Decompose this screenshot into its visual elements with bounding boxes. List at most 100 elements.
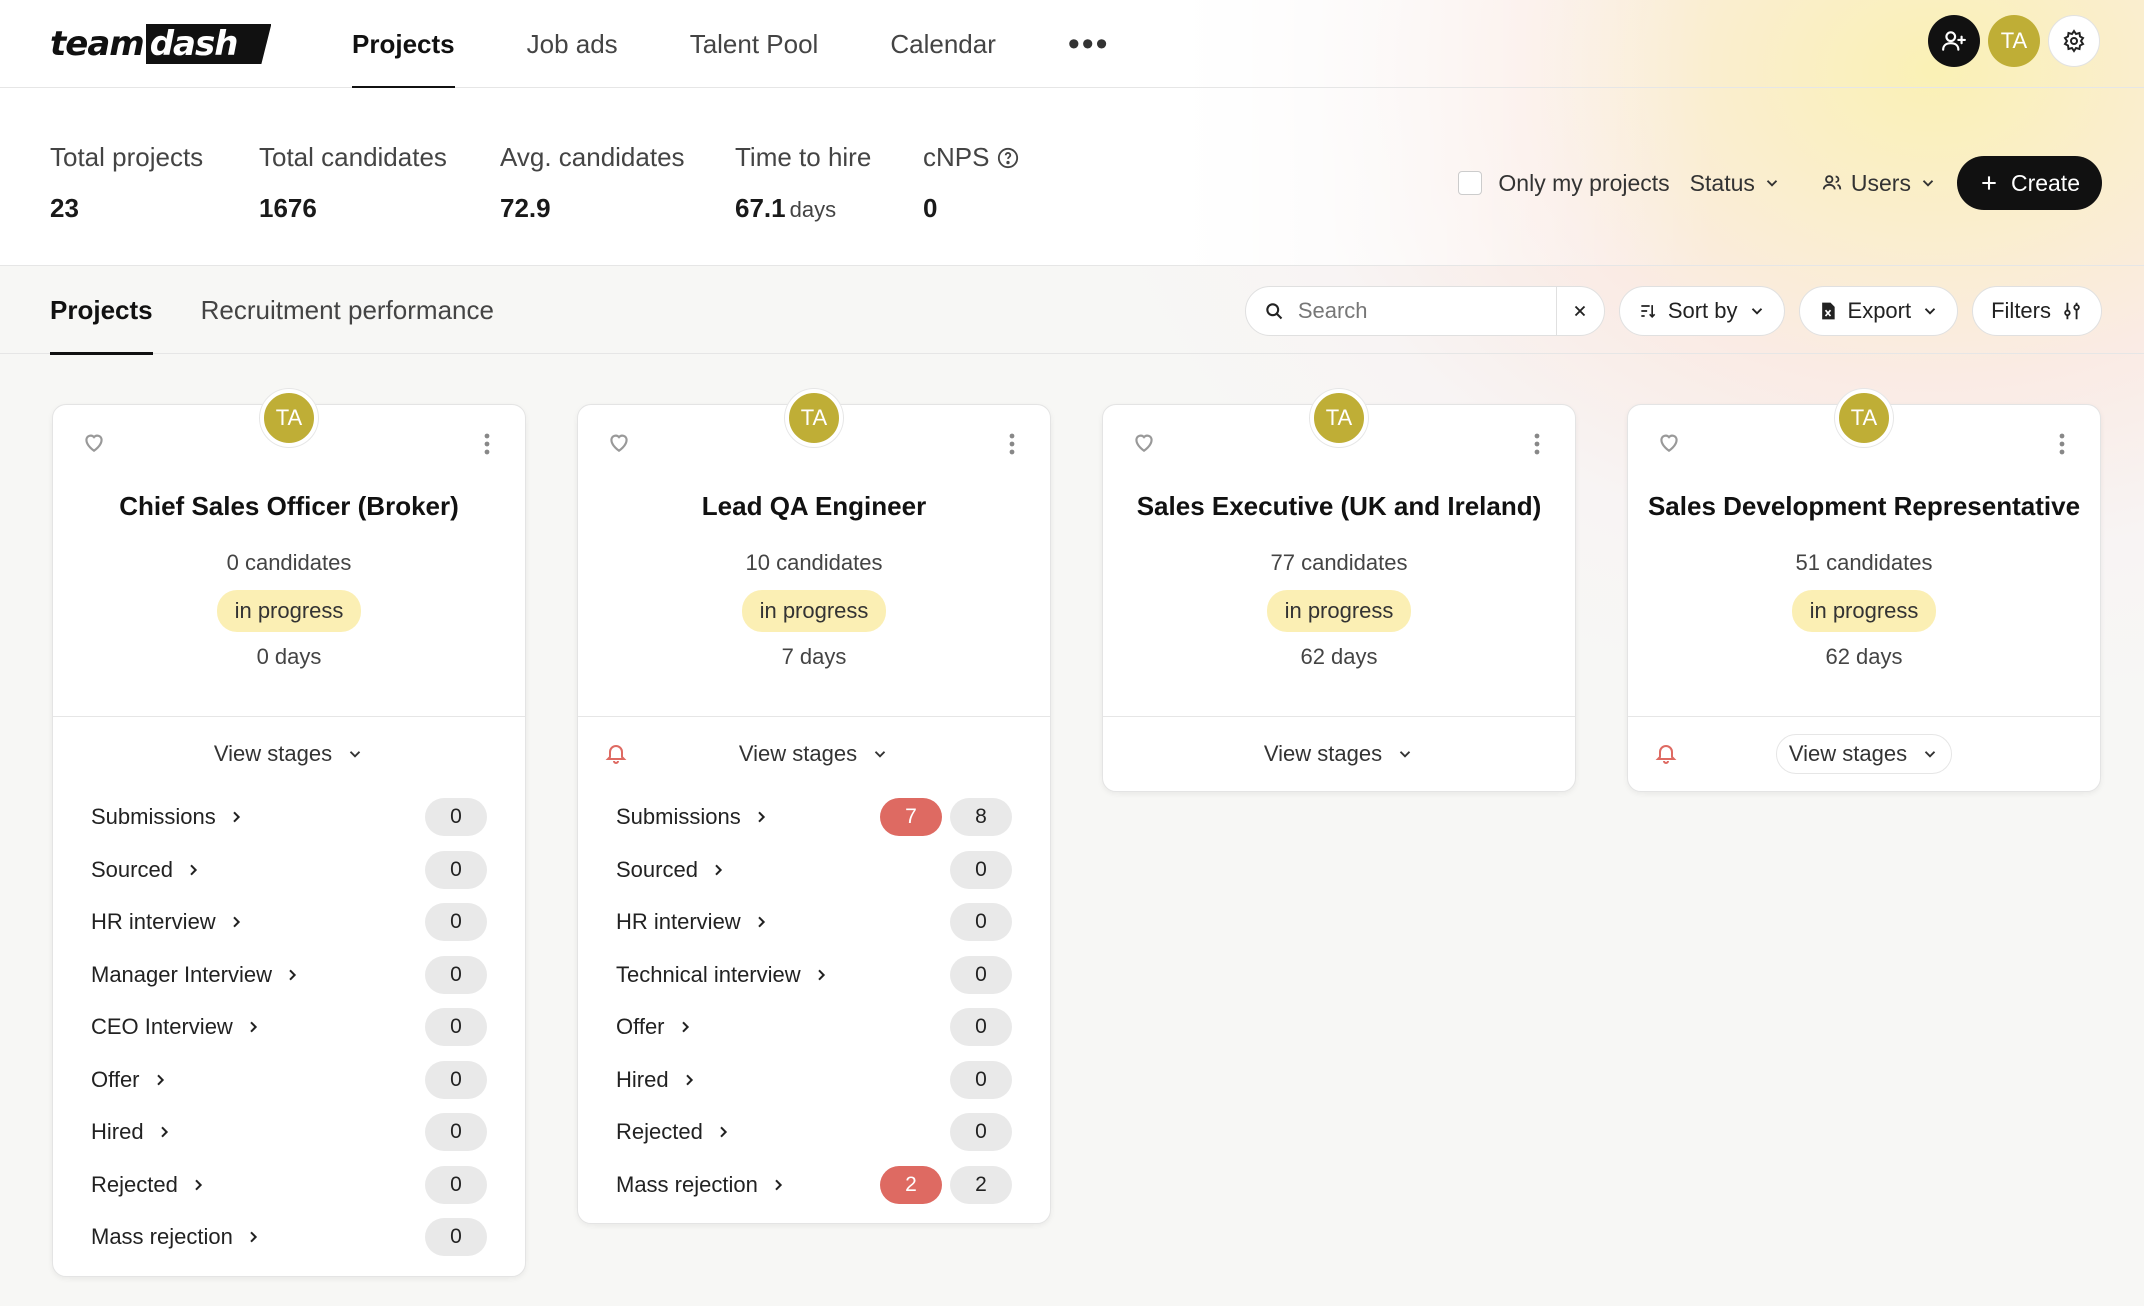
- add-user-button[interactable]: [1928, 15, 1980, 67]
- view-stages-button[interactable]: View stages: [1252, 735, 1426, 773]
- only-my-projects-checkbox[interactable]: [1458, 171, 1483, 195]
- more-vertical-icon[interactable]: [477, 431, 497, 457]
- chevron-down-icon: [1399, 751, 1411, 758]
- stage-count: 0: [425, 1008, 487, 1047]
- stage-count: 0: [950, 903, 1012, 942]
- stage-row[interactable]: Sourced 0: [91, 844, 487, 897]
- view-stages-button[interactable]: View stages: [202, 735, 376, 773]
- chevron-right-icon: [232, 916, 240, 928]
- tab-recruitment-performance[interactable]: Recruitment performance: [201, 266, 494, 354]
- status-badge: in progress: [1791, 590, 1937, 632]
- stage-row[interactable]: Submissions 7 8: [616, 791, 1012, 844]
- heart-icon[interactable]: [1656, 429, 1682, 455]
- user-avatar[interactable]: TA: [1988, 15, 2040, 67]
- bell-icon[interactable]: [1654, 741, 1678, 765]
- stage-row[interactable]: Offer 0: [616, 1001, 1012, 1054]
- chevron-right-icon: [685, 1074, 693, 1086]
- heart-icon[interactable]: [1131, 429, 1157, 455]
- more-vertical-icon[interactable]: [2052, 431, 2072, 457]
- more-vertical-icon[interactable]: [1527, 431, 1547, 457]
- heart-icon[interactable]: [606, 429, 632, 455]
- stage-row[interactable]: Hired 0: [91, 1106, 487, 1159]
- nav-more-icon[interactable]: •••: [1068, 0, 1110, 88]
- export-button[interactable]: Export: [1798, 286, 1959, 336]
- create-button[interactable]: Create: [1956, 156, 2102, 210]
- stage-row[interactable]: Hired 0: [616, 1054, 1012, 1107]
- chevron-down-icon: [1924, 308, 1936, 315]
- nav-talent-pool[interactable]: Talent Pool: [690, 0, 819, 88]
- filters-button[interactable]: Filters: [1972, 286, 2102, 336]
- help-icon[interactable]: [997, 147, 1019, 169]
- main-nav: Projects Job ads Talent Pool Calendar ••…: [352, 0, 1182, 89]
- stage-count: 0: [950, 1008, 1012, 1047]
- chevron-right-icon: [681, 1021, 689, 1033]
- tab-projects[interactable]: Projects: [50, 266, 153, 355]
- chevron-right-icon: [775, 1179, 782, 1191]
- stage-row[interactable]: HR interview 0: [616, 896, 1012, 949]
- stage-count: 0: [950, 850, 1012, 889]
- project-card[interactable]: TA Sales Development Representative 51 c…: [1627, 389, 2101, 792]
- sort-by-button[interactable]: Sort by: [1618, 286, 1785, 336]
- heart-icon[interactable]: [81, 429, 107, 455]
- stats-bar: Total projects 23 Total candidates 1676 …: [0, 88, 2144, 266]
- top-navbar: team dash Projects Job ads Talent Pool Ca…: [0, 0, 2144, 89]
- stage-row[interactable]: HR interview 0: [91, 896, 487, 949]
- stage-row[interactable]: Offer 0: [91, 1054, 487, 1107]
- recruiter-avatar: TA: [785, 389, 843, 447]
- stage-count: 0: [950, 955, 1012, 994]
- view-stages-button[interactable]: View stages: [727, 735, 901, 773]
- stage-row[interactable]: Sourced 0: [616, 844, 1012, 897]
- candidate-count: 51 candidates: [1795, 550, 1933, 575]
- status-badge: in progress: [1266, 590, 1412, 632]
- project-card[interactable]: TA Sales Executive (UK and Ireland) 77 c…: [1102, 389, 1576, 792]
- view-stages-button[interactable]: View stages: [1775, 734, 1953, 774]
- more-vertical-icon[interactable]: [1002, 431, 1022, 457]
- nav-job-ads[interactable]: Job ads: [527, 0, 618, 88]
- search-input[interactable]: [1297, 298, 1538, 324]
- stage-row[interactable]: Submissions 0: [91, 791, 487, 844]
- project-days: 62 days: [1825, 644, 1903, 669]
- recruiter-avatar: TA: [260, 389, 318, 447]
- chevron-right-icon: [250, 1231, 257, 1243]
- stage-row[interactable]: Technical interview 0: [616, 949, 1012, 1002]
- users-dropdown[interactable]: Users: [1821, 170, 1937, 197]
- new-count-badge: 2: [880, 1165, 942, 1204]
- stage-row[interactable]: CEO Interview 0: [91, 1001, 487, 1054]
- project-card[interactable]: TA Chief Sales Officer (Broker) 0 candid…: [52, 389, 526, 1277]
- search-icon: [1266, 303, 1283, 320]
- stat-cnps: cNPS 0: [923, 142, 1019, 224]
- chevron-right-icon: [720, 1126, 727, 1138]
- chevron-down-icon: [349, 751, 361, 758]
- teamdash-logo[interactable]: team dash: [50, 24, 272, 64]
- nav-projects[interactable]: Projects: [352, 0, 455, 89]
- chevron-down-icon: [1766, 180, 1778, 187]
- chevron-right-icon: [289, 969, 297, 981]
- stage-row[interactable]: Mass rejection 0: [91, 1211, 487, 1264]
- stat-time-to-hire: Time to hire 67.1 days: [735, 142, 872, 223]
- stage-row[interactable]: Rejected 0: [616, 1106, 1012, 1159]
- clear-search-button[interactable]: [1555, 287, 1604, 335]
- chevron-right-icon: [758, 811, 765, 823]
- stage-list: Submissions 7 8 Sourced 0 HR interview 0 Tec…: [578, 791, 1050, 1223]
- only-my-projects-label[interactable]: Only my projects: [1498, 170, 1669, 197]
- sliders-icon: [2064, 302, 2080, 320]
- stage-count: 0: [425, 1218, 487, 1257]
- stage-count: 8: [950, 798, 1012, 837]
- project-days: 62 days: [1300, 644, 1378, 669]
- bell-icon[interactable]: [604, 741, 628, 765]
- project-card[interactable]: TA Lead QA Engineer 10 candidates in pro…: [577, 389, 1051, 1224]
- nav-calendar[interactable]: Calendar: [890, 0, 996, 88]
- stage-count: 0: [425, 798, 487, 837]
- stage-row[interactable]: Manager Interview 0: [91, 949, 487, 1002]
- chevron-right-icon: [195, 1179, 202, 1191]
- status-dropdown[interactable]: Status: [1690, 170, 1781, 197]
- recruiter-avatar: TA: [1835, 389, 1893, 447]
- stage-list: Submissions 0 Sourced 0 HR interview 0 Mana…: [53, 791, 525, 1276]
- chevron-right-icon: [233, 811, 240, 823]
- settings-button[interactable]: [2048, 15, 2100, 67]
- search-box: [1244, 286, 1605, 336]
- stage-row[interactable]: Mass rejection 2 2: [616, 1159, 1012, 1212]
- stage-row[interactable]: Rejected 0: [91, 1159, 487, 1212]
- chevron-down-icon: [1924, 751, 1936, 758]
- sub-toolbar: Projects Recruitment performance Sort by…: [0, 266, 2144, 355]
